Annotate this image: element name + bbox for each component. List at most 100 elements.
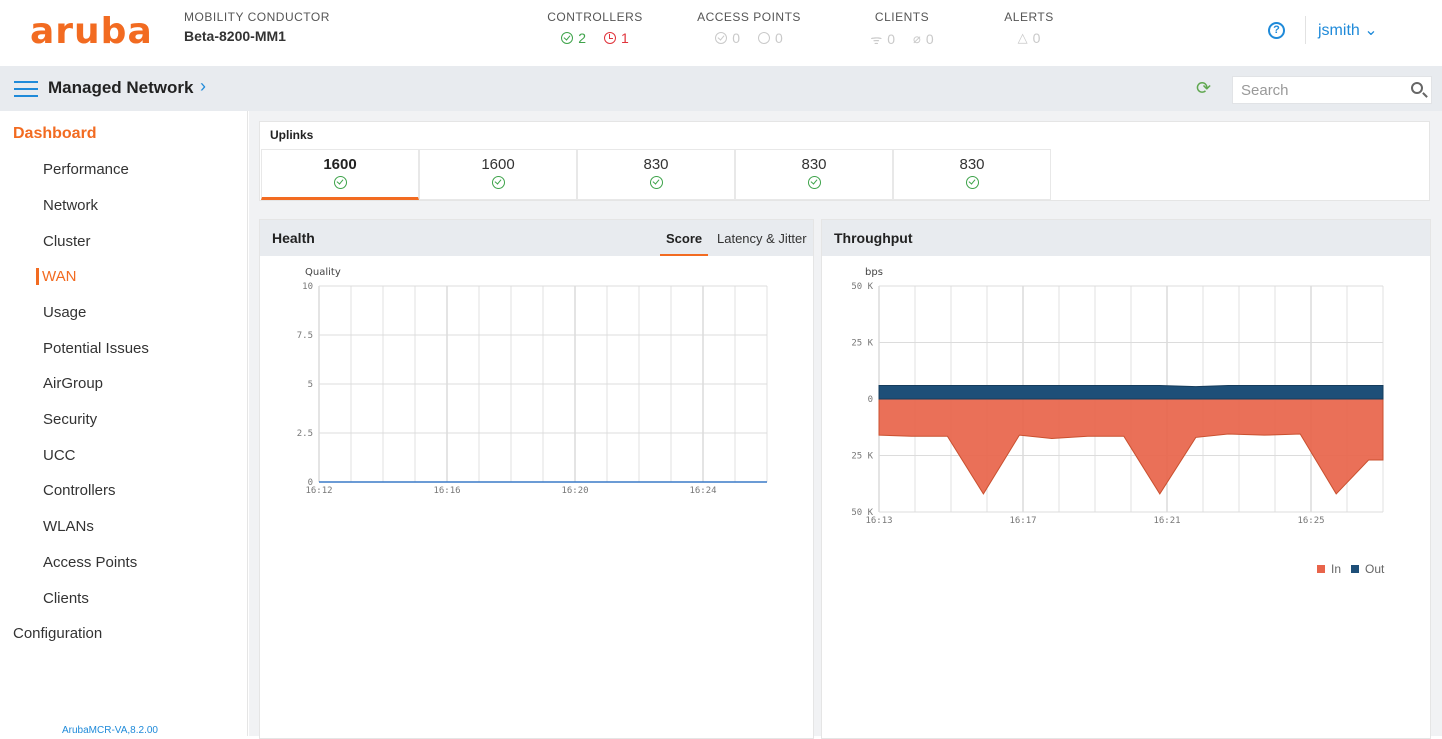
- user-menu[interactable]: jsmith ⌄: [1318, 20, 1378, 40]
- version-label: ArubaMCR-VA,8.2.00: [62, 725, 158, 736]
- clients-label: CLIENTS: [874, 10, 930, 24]
- aruba-logo[interactable]: aruba: [30, 12, 153, 52]
- check-circle-icon: [965, 176, 979, 189]
- health-header: Health Score Latency & Jitter: [260, 220, 813, 256]
- sidebar-item-potential-issues[interactable]: Potential Issues: [43, 340, 149, 357]
- throughput-legend: In Out: [1317, 562, 1384, 576]
- sidebar-item-performance[interactable]: Performance: [43, 161, 129, 178]
- y-tick-label: 25 K: [851, 452, 873, 462]
- legend-label-in[interactable]: In: [1331, 562, 1341, 576]
- refresh-icon[interactable]: ⟳: [1196, 78, 1211, 99]
- tab-score[interactable]: Score: [666, 231, 702, 246]
- tab-latency-jitter[interactable]: Latency & Jitter: [717, 231, 807, 246]
- y-tick-label: 25 K: [851, 339, 873, 349]
- legend-swatch-out: [1351, 565, 1360, 573]
- x-tick-label: 16:20: [561, 486, 588, 496]
- y-axis-label: Quality: [305, 267, 341, 278]
- throughput-header: Throughput: [822, 220, 1430, 256]
- conductor-name[interactable]: Beta-8200-MM1: [184, 28, 330, 44]
- hamburger-menu-icon[interactable]: [14, 81, 38, 97]
- check-circle-icon: [333, 176, 347, 189]
- throughput-chart: bps50 K25 K025 K50 K16:13 16:17 16:21 16:25: [851, 267, 1384, 526]
- alerts-label: ALERTS: [1004, 10, 1054, 24]
- check-circle-icon: [807, 176, 821, 189]
- alerts-count[interactable]: △ 0: [1018, 30, 1041, 46]
- sidebar-dashboard[interactable]: Dashboard: [13, 125, 97, 143]
- access-points-down[interactable]: 0: [758, 30, 783, 46]
- conductor-label: MOBILITY CONDUCTOR: [184, 10, 330, 24]
- uplink-tile[interactable]: 1600: [419, 149, 577, 200]
- y-tick-label: 10: [302, 282, 313, 292]
- health-score-chart: Quality107.552.5016:12 16:16 16:20 16:24: [297, 267, 768, 496]
- search-input[interactable]: [1233, 77, 1393, 103]
- x-tick-label: 16:25: [1297, 516, 1324, 526]
- breadcrumb-managed-network[interactable]: Managed Network: [48, 78, 193, 98]
- x-tick-label: 16:17: [1009, 516, 1036, 526]
- clients-stat[interactable]: CLIENTS ᯤ0 ⌀ 0: [848, 10, 956, 48]
- wired-icon: ⌀: [913, 31, 921, 46]
- legend-swatch-in: [1317, 565, 1325, 573]
- uplink-tile[interactable]: 830: [735, 149, 893, 200]
- sidebar-item-ucc[interactable]: UCC: [43, 447, 76, 464]
- alert-clock-icon: [604, 32, 616, 44]
- sidebar: Dashboard Performance Network Cluster WA…: [0, 111, 248, 736]
- y-tick-label: 50 K: [851, 282, 873, 292]
- x-tick-label: 16:24: [689, 486, 716, 496]
- sidebar-item-clients[interactable]: Clients: [43, 590, 89, 607]
- alerts-stat[interactable]: ALERTS △ 0: [1000, 10, 1058, 46]
- wired-clients[interactable]: ⌀ 0: [913, 30, 934, 48]
- uplink-tile[interactable]: 830: [577, 149, 735, 200]
- help-icon[interactable]: ?: [1268, 22, 1285, 39]
- uplinks-title: Uplinks: [270, 128, 314, 142]
- warning-icon: △: [1017, 30, 1028, 45]
- y-tick-label: 0: [868, 395, 873, 405]
- x-tick-label: 16:13: [865, 516, 892, 526]
- wireless-clients[interactable]: ᯤ0: [870, 30, 895, 48]
- access-points-up[interactable]: 0: [715, 30, 740, 46]
- y-tick-label: 2.5: [297, 429, 313, 439]
- check-circle-icon: [561, 32, 574, 44]
- sidebar-item-airgroup[interactable]: AirGroup: [43, 375, 103, 392]
- throughput-title: Throughput: [834, 230, 913, 246]
- health-title: Health: [272, 230, 315, 246]
- sidebar-item-controllers[interactable]: Controllers: [43, 482, 116, 499]
- sidebar-item-access-points[interactable]: Access Points: [43, 554, 137, 571]
- controllers-up[interactable]: 2: [561, 30, 586, 46]
- sidebar-item-cluster[interactable]: Cluster: [43, 233, 91, 250]
- y-tick-label: 7.5: [297, 331, 313, 341]
- uplink-tile[interactable]: 830: [893, 149, 1051, 200]
- sidebar-item-network[interactable]: Network: [43, 197, 98, 214]
- controllers-stat[interactable]: CONTROLLERS 2 1: [540, 10, 650, 46]
- check-circle-icon: [715, 32, 728, 44]
- controllers-down[interactable]: 1: [604, 30, 629, 46]
- series-area-out: [878, 384, 1384, 400]
- top-header: aruba MOBILITY CONDUCTOR Beta-8200-MM1 C…: [0, 0, 1442, 66]
- nav-bar: Managed Network › ⟳: [0, 66, 1442, 111]
- health-panel: Health Score Latency & Jitter Quality 10 7…: [259, 219, 814, 739]
- search-icon[interactable]: [1411, 82, 1423, 94]
- sidebar-item-wlans[interactable]: WLANs: [43, 518, 94, 535]
- header-divider: [1305, 16, 1306, 44]
- controllers-label: CONTROLLERS: [547, 10, 643, 24]
- sidebar-item-usage[interactable]: Usage: [43, 304, 86, 321]
- legend-label-out[interactable]: Out: [1365, 562, 1384, 576]
- x-tick-label: 16:21: [1153, 516, 1180, 526]
- sidebar-item-security[interactable]: Security: [43, 411, 97, 428]
- mobility-conductor-info: MOBILITY CONDUCTOR Beta-8200-MM1: [184, 10, 330, 44]
- sidebar-item-wan[interactable]: WAN: [36, 268, 76, 285]
- sidebar-configuration[interactable]: Configuration: [13, 625, 102, 642]
- y-axis-label: bps: [865, 267, 883, 278]
- check-circle-icon: [649, 176, 663, 189]
- chevron-right-icon[interactable]: ›: [200, 76, 206, 97]
- search-box: [1232, 76, 1432, 104]
- x-tick-label: 16:16: [433, 486, 460, 496]
- uplink-tile[interactable]: 1600: [261, 149, 419, 200]
- uplinks-panel: Uplinks 1600 1600 830 830 830: [259, 121, 1430, 201]
- y-tick-label: 5: [308, 380, 313, 390]
- check-circle-icon: [491, 176, 505, 189]
- circle-icon: [758, 32, 770, 44]
- wifi-icon: ᯤ: [870, 32, 883, 47]
- x-tick-label: 16:12: [305, 486, 332, 496]
- access-points-stat[interactable]: ACCESS POINTS 0 0: [690, 10, 808, 46]
- main-content: Uplinks 1600 1600 830 830 830 Health Sco…: [249, 111, 1442, 739]
